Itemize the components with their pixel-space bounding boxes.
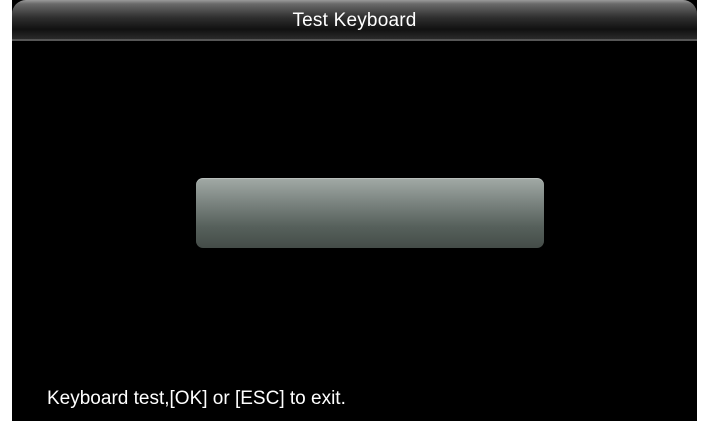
device-screen: Test Keyboard Keyboard test,[OK] or [ESC…	[12, 0, 697, 421]
key-display-box	[196, 178, 544, 248]
title-bar: Test Keyboard	[12, 0, 697, 41]
page-title: Test Keyboard	[292, 10, 417, 31]
status-message: Keyboard test,[OK] or [ESC] to exit.	[47, 388, 346, 409]
